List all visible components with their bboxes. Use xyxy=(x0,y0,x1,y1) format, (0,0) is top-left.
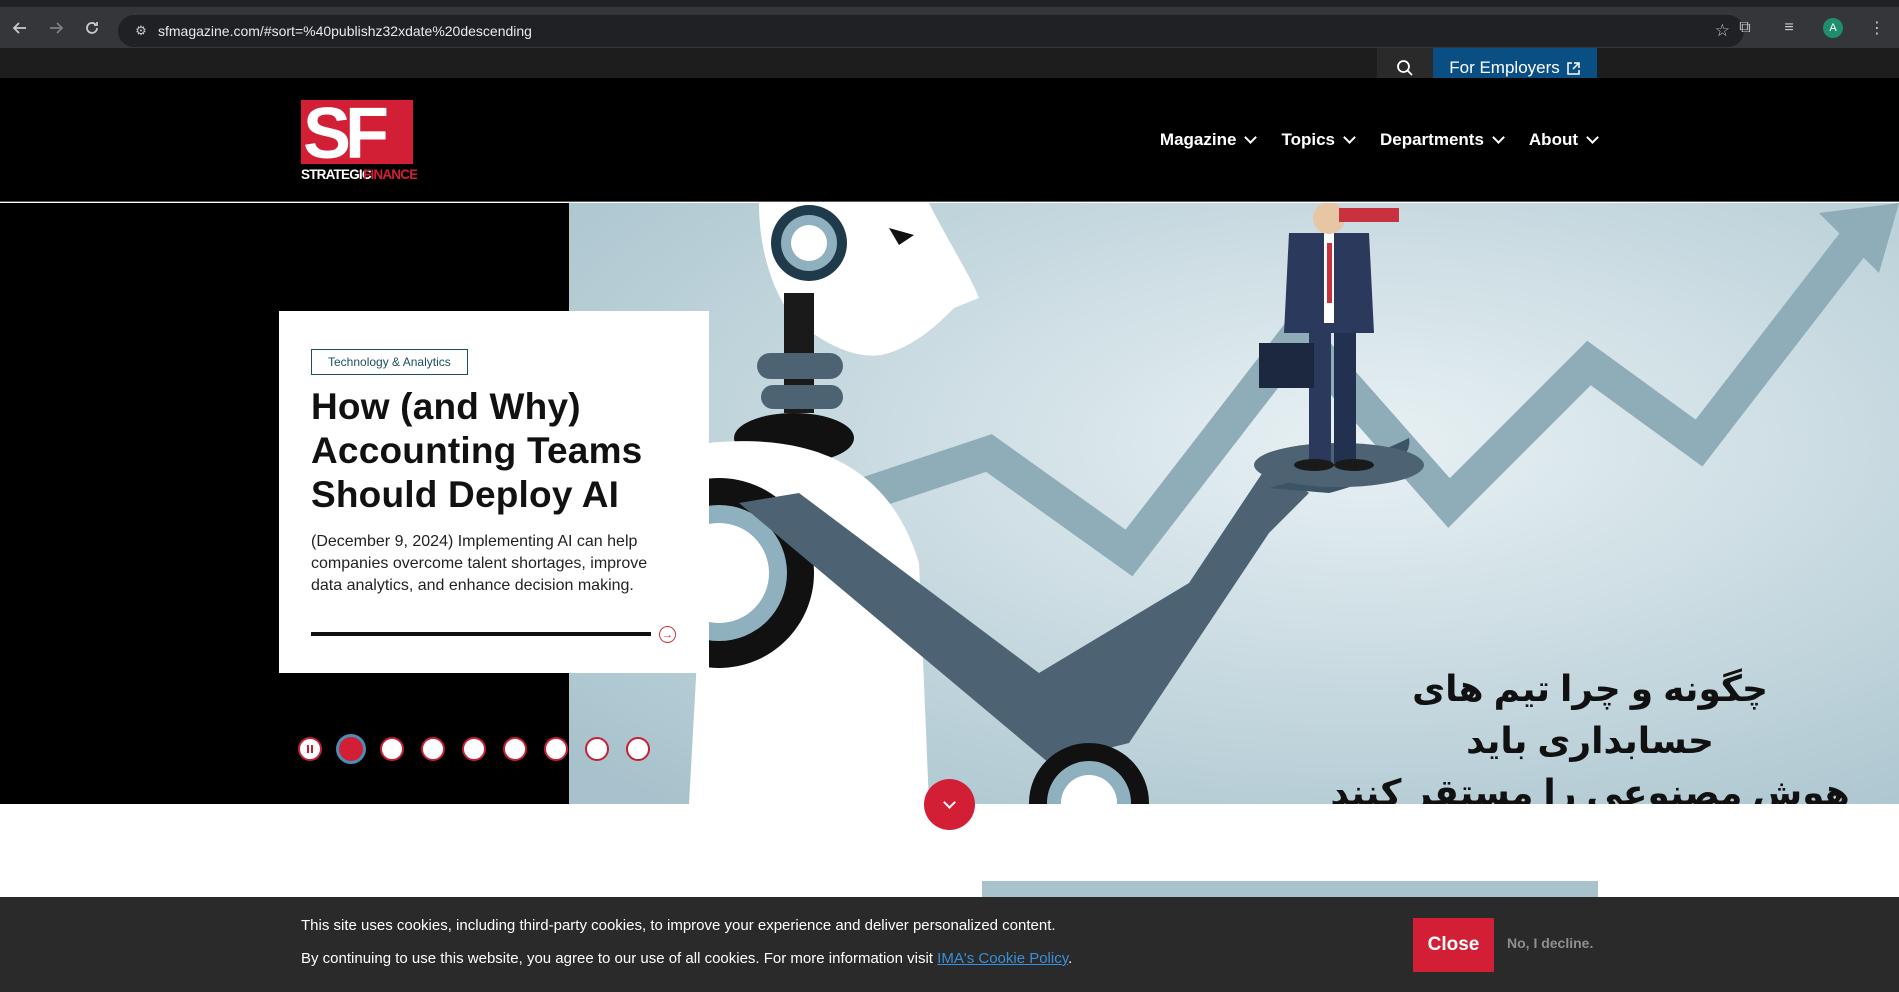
url-text[interactable]: sfmagazine.com/#sort=%40publishz32xdate%… xyxy=(158,23,532,39)
article-summary: (December 9, 2024) Implementing AI can h… xyxy=(311,533,648,594)
pause-icon xyxy=(307,745,313,753)
carousel-dot[interactable] xyxy=(544,737,568,761)
cookie-consent-prefix: By continuing to use this website, you a… xyxy=(301,950,938,967)
logo-word-strategic: STRATEGIC xyxy=(301,167,372,182)
site-settings-icon[interactable]: ⚙ xyxy=(126,23,156,39)
nav-item-departments[interactable]: Departments xyxy=(1379,130,1505,150)
cookie-message: This site uses cookies, including third-… xyxy=(301,917,1056,934)
external-link-icon xyxy=(1567,61,1580,75)
more-menu-icon[interactable]: ⋮ xyxy=(1855,18,1899,38)
forward-arrow-icon xyxy=(50,21,64,34)
category-tag[interactable]: Technology & Analytics xyxy=(311,349,468,375)
pause-button[interactable] xyxy=(298,737,322,761)
search-icon xyxy=(1397,60,1413,76)
image-caption-line2: هوش مصنوعی را مستقر کنند xyxy=(1330,772,1850,804)
nav-label: About xyxy=(1528,130,1578,149)
carousel-dot[interactable] xyxy=(503,737,527,761)
carousel-dot[interactable] xyxy=(626,737,650,761)
slide-progress-bar xyxy=(311,632,651,636)
site-header: SF STRATEGIC FINANCE Magazine Topics Dep… xyxy=(0,78,1899,202)
read-more-arrow-icon[interactable]: → xyxy=(659,626,676,643)
back-arrow-icon xyxy=(12,21,26,34)
nav-label: Magazine xyxy=(1159,130,1237,149)
nav-item-topics[interactable]: Topics xyxy=(1281,130,1356,150)
reload-icon xyxy=(86,21,98,34)
cookie-consent-text: By continuing to use this website, you a… xyxy=(301,950,1072,967)
carousel-dot[interactable] xyxy=(380,737,404,761)
nav-item-magazine[interactable]: Magazine xyxy=(1159,130,1258,150)
utility-bar: For Employers xyxy=(0,48,1899,88)
chevron-down-icon xyxy=(1244,131,1258,144)
scroll-down-button[interactable] xyxy=(924,779,975,830)
for-employers-label: For Employers xyxy=(1449,58,1560,77)
chevron-down-icon xyxy=(943,795,956,809)
browser-toolbar: ⚙ sfmagazine.com/#sort=%40publishz32xdat… xyxy=(0,0,1899,48)
address-bar[interactable]: ⚙ sfmagazine.com/#sort=%40publishz32xdat… xyxy=(118,15,1744,47)
chevron-down-icon xyxy=(1492,131,1505,144)
logo-letters: SF xyxy=(303,100,387,174)
carousel-dot[interactable] xyxy=(421,737,445,761)
extensions-icon[interactable]: ⧉ xyxy=(1723,19,1767,37)
profile-avatar[interactable]: A xyxy=(1823,17,1843,38)
carousel-dot[interactable] xyxy=(336,734,366,764)
chevron-down-icon xyxy=(1343,131,1356,144)
cookie-policy-link[interactable]: IMA's Cookie Policy xyxy=(937,950,1068,967)
main-nav: Magazine Topics Departments About xyxy=(1159,130,1599,150)
logo-word-finance: FINANCE xyxy=(363,167,417,182)
carousel-dot[interactable] xyxy=(462,737,486,761)
reload-button[interactable] xyxy=(74,10,110,46)
nav-label: Topics xyxy=(1281,130,1335,149)
chevron-down-icon xyxy=(1586,131,1599,144)
image-caption: چگونه و چرا تیم های حسابداری باید هوش مص… xyxy=(1330,663,1850,804)
strategic-finance-logo[interactable]: SF STRATEGIC FINANCE xyxy=(301,100,417,182)
cookie-decline-link[interactable]: No, I decline. xyxy=(1507,935,1593,951)
carousel-controls xyxy=(298,734,650,764)
cookie-banner: This site uses cookies, including third-… xyxy=(0,897,1899,992)
forward-button[interactable] xyxy=(38,10,74,46)
image-caption-line1: چگونه و چرا تیم های حسابداری باید xyxy=(1412,668,1768,761)
hero-carousel: Technology & Analytics How (and Why) Acc… xyxy=(0,203,1899,804)
back-button[interactable] xyxy=(2,10,38,46)
browser-tools: ⧉ ≡ A ⋮ xyxy=(1723,7,1899,48)
carousel-dot[interactable] xyxy=(585,737,609,761)
article-title[interactable]: How (and Why) Accounting Teams Should De… xyxy=(311,385,677,517)
featured-article-card[interactable]: Technology & Analytics How (and Why) Acc… xyxy=(279,311,709,673)
cookie-close-button[interactable]: Close xyxy=(1413,918,1494,972)
media-queue-icon[interactable]: ≡ xyxy=(1767,19,1811,37)
cookie-consent-suffix: . xyxy=(1068,950,1073,967)
nav-item-about[interactable]: About xyxy=(1528,130,1599,150)
nav-label: Departments xyxy=(1379,130,1484,149)
